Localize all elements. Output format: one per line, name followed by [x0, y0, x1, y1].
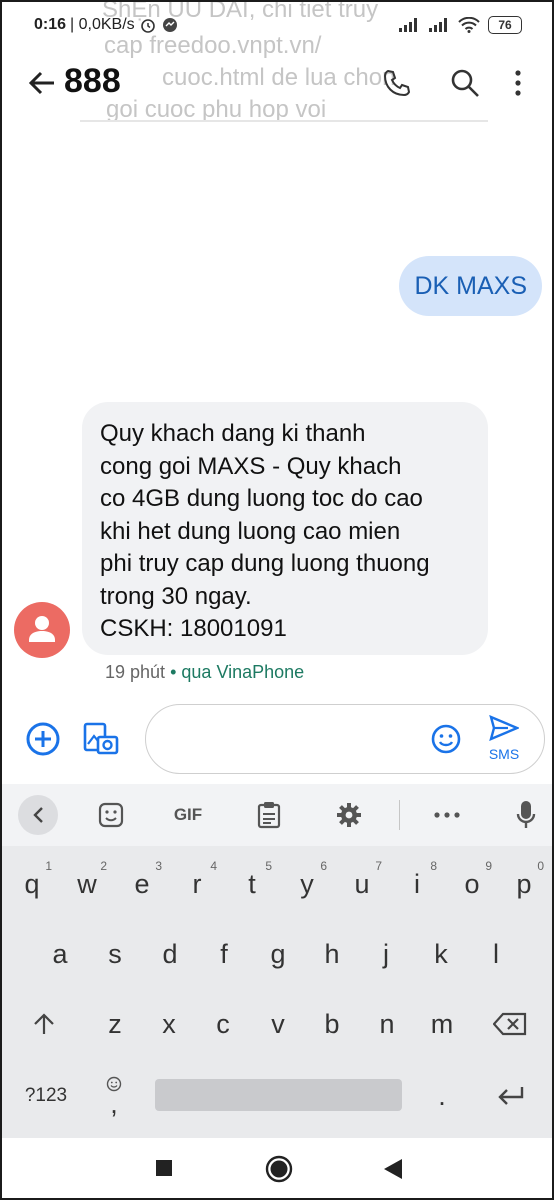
navigation-bar [2, 1138, 552, 1198]
gif-button[interactable]: GIF [168, 799, 208, 831]
recents-icon[interactable] [154, 1158, 174, 1178]
home-icon[interactable] [264, 1154, 294, 1184]
key[interactable]: z [89, 994, 141, 1054]
avatar[interactable] [14, 602, 70, 658]
person-icon [29, 616, 55, 642]
more-horiz-icon[interactable] [432, 799, 462, 831]
key[interactable]: m [416, 994, 468, 1054]
key[interactable]: p0 [498, 854, 550, 914]
key[interactable]: c [197, 994, 249, 1054]
key[interactable]: k [415, 924, 467, 984]
backspace-key[interactable] [482, 994, 538, 1054]
keyboard: GIF q1 w2 e3 r4 t5 y6 u7 i8 o9 p0 a s d … [2, 784, 552, 1138]
network-speed: | 0,0KB/s [70, 16, 135, 33]
key[interactable]: y6 [281, 854, 333, 914]
signal-icon [399, 18, 417, 32]
message-meta: 19 phút • qua VinaPhone [105, 662, 304, 683]
key[interactable]: f [198, 924, 250, 984]
message-line: phi truy cap dung luong thuong [100, 550, 430, 577]
sticker-icon[interactable] [96, 799, 126, 831]
period-key[interactable]: . [416, 1066, 468, 1126]
incoming-message[interactable]: Quy khach dang ki thanh cong goi MAXS - … [82, 402, 488, 655]
key[interactable]: o9 [446, 854, 498, 914]
arrow-left-icon[interactable] [24, 65, 60, 101]
message-line: co 4GB dung luong toc do cao [100, 485, 423, 512]
enter-key[interactable] [486, 1066, 536, 1126]
message-time: 19 phút [105, 662, 166, 682]
battery-icon: 76 [488, 16, 522, 34]
meta-separator: • [170, 662, 177, 682]
clock: 0:16 [34, 16, 67, 33]
gallery-icon[interactable] [82, 720, 120, 758]
symbols-key[interactable]: ?123 [16, 1066, 76, 1126]
emoji-icon[interactable] [430, 723, 462, 755]
message-line: cong goi MAXS - Quy khach [100, 452, 402, 480]
outgoing-message[interactable]: DK MAXS [399, 256, 542, 316]
message-line: khi het dung luong cao mien [100, 517, 401, 545]
battery-level: 76 [498, 18, 512, 32]
message-line: CSKH: 18001091 [100, 615, 287, 642]
shift-icon [34, 1013, 54, 1034]
message-line: trong 30 ngay. [100, 582, 252, 610]
back-nav-icon[interactable] [382, 1157, 404, 1181]
send-label: SMS [488, 746, 520, 762]
wifi-icon [458, 17, 480, 33]
carrier-label: qua VinaPhone [181, 662, 305, 682]
toolbar-divider [399, 800, 400, 830]
key[interactable]: h [306, 924, 358, 984]
signal-icon [429, 18, 447, 32]
message-text: DK MAXS [414, 271, 527, 300]
send-icon [489, 714, 521, 742]
gear-icon[interactable] [335, 799, 363, 831]
conversation-title: 888 [64, 62, 121, 100]
more-vert-icon[interactable] [508, 66, 528, 100]
message-line: Quy khach dang ki thanh [100, 420, 366, 447]
key[interactable]: r4 [171, 854, 223, 914]
key[interactable]: s [89, 924, 141, 984]
key[interactable]: g [252, 924, 304, 984]
microphone-icon[interactable] [514, 799, 538, 831]
comma-key[interactable]: , [88, 1066, 140, 1126]
shift-key[interactable] [18, 994, 70, 1054]
key[interactable]: l [470, 924, 522, 984]
space-bar[interactable] [155, 1079, 402, 1111]
alarm-icon [140, 19, 155, 33]
messenger-icon [162, 18, 177, 32]
key[interactable]: q1 [6, 854, 58, 914]
chevron-left-icon[interactable] [18, 795, 58, 835]
key[interactable]: n [361, 994, 413, 1054]
search-icon[interactable] [448, 66, 482, 100]
key[interactable]: d [144, 924, 196, 984]
key[interactable]: x [143, 994, 195, 1054]
key[interactable]: j [360, 924, 412, 984]
key[interactable]: a [34, 924, 86, 984]
keyboard-toolbar: GIF [2, 784, 552, 846]
key[interactable]: b [306, 994, 358, 1054]
add-circle-icon[interactable] [24, 720, 62, 758]
phone-screen: ShẸn UU DAI, chi tiet truy cap freedoo.v… [0, 0, 554, 1200]
key[interactable]: v [252, 994, 304, 1054]
app-bar: 888 [2, 52, 552, 114]
send-button[interactable]: SMS [482, 714, 526, 765]
key[interactable]: u7 [336, 854, 388, 914]
key[interactable]: w2 [61, 854, 113, 914]
status-bar: 0:16 | 0,0KB/s 76 [2, 2, 552, 52]
key[interactable]: t5 [226, 854, 278, 914]
clipboard-icon[interactable] [256, 799, 282, 831]
enter-icon [498, 1087, 524, 1105]
backspace-icon [492, 1012, 527, 1036]
divider [80, 120, 488, 122]
key[interactable]: e3 [116, 854, 168, 914]
key[interactable]: i8 [391, 854, 443, 914]
message-input[interactable]: SMS [145, 704, 545, 774]
phone-icon[interactable] [380, 66, 414, 100]
